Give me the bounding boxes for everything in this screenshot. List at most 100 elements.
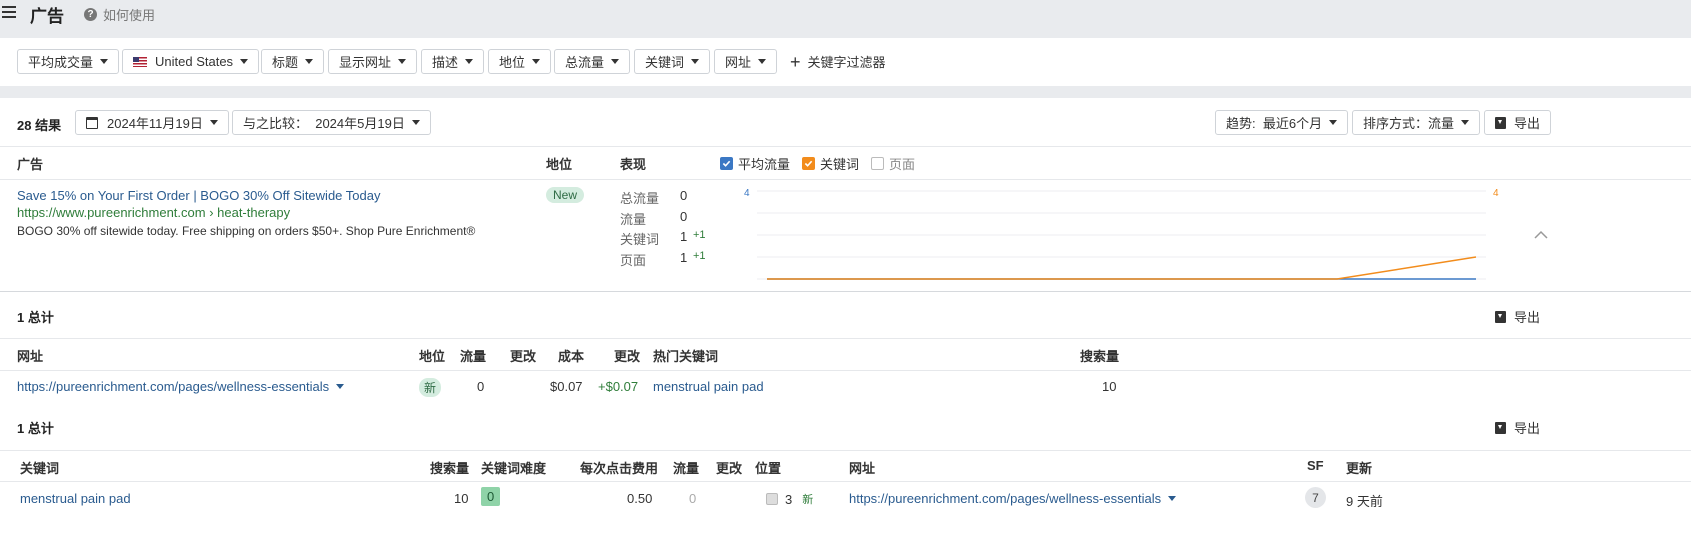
page-title: 广告 [30, 7, 64, 26]
keywords-export-button[interactable]: 导出 [1495, 418, 1540, 437]
display-url-filter[interactable]: 显示网址 [328, 49, 418, 74]
url-filter[interactable]: 网址 [714, 49, 778, 74]
url-text: https://pureenrichment.com/pages/wellnes… [17, 379, 330, 394]
ad-display-url[interactable]: https://www.pureenrichment.com › heat-th… [17, 205, 290, 220]
metric-label: 流量 [620, 211, 647, 227]
compare-picker[interactable]: 与之比较： 2024年5月19日 [232, 110, 431, 135]
kd-badge: 0 [481, 487, 501, 506]
menu-icon[interactable] [2, 6, 16, 18]
title-filter[interactable]: 标题 [261, 49, 325, 74]
divider [0, 146, 1691, 147]
cost-change-value: +$0.07 [598, 379, 639, 394]
caret-down-icon [411, 120, 420, 125]
filter-label: 显示网址 [339, 55, 392, 70]
new-badge: 新 [419, 378, 442, 397]
position-filter[interactable]: 地位 [488, 49, 552, 74]
divider [0, 370, 1691, 371]
volume-value: 10 [1102, 379, 1117, 394]
sort-label: 排序方式：流量 [1363, 116, 1455, 131]
position-badge: New [546, 187, 585, 203]
checkbox-checked-icon [720, 157, 733, 170]
caret-down-icon [532, 59, 541, 64]
urls-total: 1 总计 [17, 310, 54, 325]
col-cost: 成本 [558, 349, 585, 364]
col-traffic: 流量 [460, 349, 487, 364]
metric-delta: +1 [693, 229, 706, 241]
col-url: 网址 [17, 349, 44, 364]
trend-selector[interactable]: 趋势: 最近6个月 [1215, 110, 1349, 135]
metric-value: 1 [680, 249, 688, 265]
trend-chart: 4 4 [744, 188, 1499, 280]
filter-label: 地位 [499, 55, 526, 70]
download-icon [1495, 116, 1506, 129]
help-link[interactable]: ? 如何使用 [84, 5, 155, 24]
keywords-filter[interactable]: 关键词 [634, 49, 711, 74]
top-keyword-link[interactable]: menstrual pain pad [653, 379, 764, 394]
country-filter[interactable]: United States [122, 49, 260, 74]
download-icon [1495, 310, 1506, 323]
export-label: 导出 [1514, 116, 1541, 131]
filter-label: 网址 [725, 55, 752, 70]
caret-down-icon [1461, 120, 1470, 125]
filter-label: 总流量 [565, 55, 605, 70]
urls-export-button[interactable]: 导出 [1495, 307, 1540, 326]
top-bar: 广告 ? 如何使用 [0, 0, 1691, 38]
date-picker[interactable]: 2024年11月19日 [75, 110, 229, 135]
avg-volume-filter[interactable]: 平均成交量 [17, 49, 120, 74]
caret-down-icon [465, 59, 474, 64]
ad-description: BOGO 30% off sitewide today. Free shippi… [17, 224, 476, 238]
col-volume: 搜索量 [1080, 349, 1120, 364]
keyword-url-link[interactable]: https://pureenrichment.com/pages/wellnes… [849, 491, 1177, 506]
serp-icon[interactable] [766, 493, 778, 505]
question-icon: ? [84, 8, 97, 21]
export-label: 导出 [1514, 310, 1541, 325]
traffic-value: 0 [477, 379, 485, 394]
y-left-label: 4 [744, 188, 750, 199]
caret-down-icon [305, 59, 314, 64]
metric-row: 页面 1 +1 [620, 250, 730, 271]
sort-selector[interactable]: 排序方式：流量 [1352, 110, 1481, 135]
sf-badge[interactable]: 7 [1305, 487, 1326, 508]
description-filter[interactable]: 描述 [421, 49, 485, 74]
keyword-volume: 10 [454, 491, 469, 506]
col-kd: 关键词难度 [481, 461, 547, 476]
position-cell: 3 新 [766, 491, 813, 507]
new-tag: 新 [802, 494, 814, 506]
traffic-filter[interactable]: 总流量 [554, 49, 631, 74]
keyword-link[interactable]: menstrual pain pad [20, 491, 131, 506]
col-keyword: 关键词 [20, 461, 60, 476]
ad-title-link[interactable]: Save 15% on Your First Order | BOGO 30% … [17, 188, 380, 203]
main-panel: 28 结果 2024年11月19日 与之比较： 2024年5月19日 趋势: 最… [0, 98, 1691, 554]
plus-icon: + [790, 51, 801, 72]
sf-value: 7 [1305, 487, 1326, 508]
metric-label: 总流量 [620, 191, 660, 206]
new-badge: New [546, 187, 585, 203]
col-cpc: 每次点击费用 [580, 461, 659, 476]
divider [0, 179, 1691, 180]
divider [0, 291, 1691, 292]
caret-down-icon [240, 59, 249, 64]
divider [0, 481, 1691, 482]
updated-value: 9 天前 [1346, 494, 1383, 509]
legend-avg-traffic[interactable]: 平均流量 [720, 154, 790, 173]
col-change: 更改 [510, 349, 537, 364]
col-performance: 表现 [620, 157, 647, 172]
legend-keywords[interactable]: 关键词 [802, 154, 859, 173]
results-count: 28 结果 [17, 118, 62, 133]
checkbox-unchecked-icon [871, 157, 884, 170]
download-icon [1495, 421, 1506, 434]
export-button[interactable]: 导出 [1484, 110, 1552, 135]
url-row-link[interactable]: https://pureenrichment.com/pages/wellnes… [17, 379, 345, 394]
cost-value: $0.07 [550, 379, 583, 394]
metrics-list: 总流量 0 流量 0 关键词 1 +1 页面 1 +1 [620, 188, 730, 270]
col-position: 地位 [546, 157, 573, 172]
calendar-icon [86, 116, 98, 129]
caret-down-icon [1168, 496, 1177, 501]
kd-value: 0 [481, 487, 501, 506]
collapse-chevron-icon[interactable] [1534, 230, 1548, 240]
filter-label: 关键字过滤器 [807, 55, 886, 70]
metric-value: 1 [680, 229, 688, 244]
keyword-filter-button[interactable]: + 关键字过滤器 [790, 49, 886, 74]
help-label: 如何使用 [103, 8, 156, 23]
legend-pages[interactable]: 页面 [871, 154, 915, 173]
